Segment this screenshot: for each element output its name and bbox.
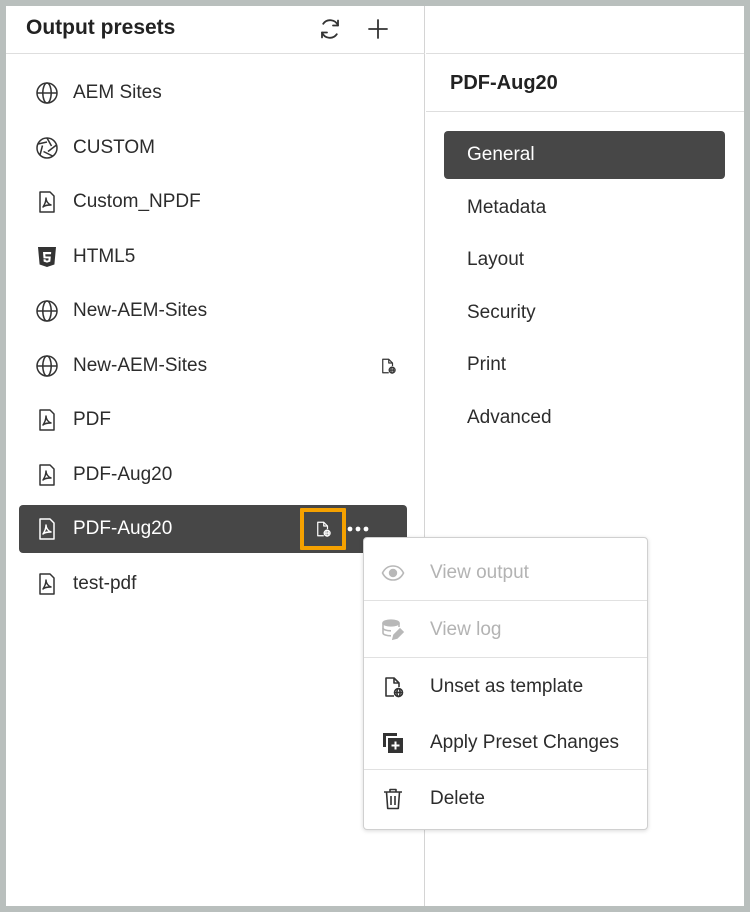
presets-header: Output presets: [6, 6, 425, 54]
menu-item-label: Delete: [430, 788, 485, 809]
template-badge-icon: [378, 356, 398, 376]
preset-title: PDF-Aug20: [450, 72, 558, 94]
menu-item-view-log[interactable]: View log: [364, 601, 647, 657]
plus-icon: [368, 19, 388, 39]
settings-nav: General Metadata Layout Security Print A…: [444, 131, 725, 446]
nav-item-print[interactable]: Print: [444, 341, 725, 389]
preset-item-test-pdf[interactable]: test-pdf: [19, 560, 407, 608]
menu-item-unset-template[interactable]: Unset as template: [364, 658, 647, 714]
menu-item-label: Apply Preset Changes: [430, 732, 620, 753]
refresh-icon: [321, 19, 339, 39]
template-file-icon: [380, 674, 406, 700]
preset-label: HTML5: [73, 245, 136, 267]
globe-icon: [35, 354, 59, 378]
menu-item-label: Unset as template: [430, 676, 584, 697]
preset-item-pdf-aug20-selected[interactable]: PDF-Aug20: [19, 505, 407, 553]
preset-label: AEM Sites: [73, 82, 162, 103]
pdf-file-icon: [35, 463, 59, 487]
preset-item-new-aem-sites-template[interactable]: New-AEM-Sites: [19, 342, 407, 390]
eye-icon: [380, 560, 406, 586]
more-icon: [347, 526, 369, 532]
menu-item-apply-preset-changes[interactable]: Apply Preset Changes: [364, 714, 647, 770]
preset-item-new-aem-sites[interactable]: New-AEM-Sites: [19, 287, 407, 335]
preset-label: PDF-Aug20: [73, 518, 173, 539]
pdf-file-icon: [35, 517, 59, 541]
app-frame: Output presets AEM Sites CUSTOM Custom_N…: [6, 6, 744, 906]
preset-item-custom[interactable]: CUSTOM: [19, 124, 407, 172]
menu-item-delete[interactable]: Delete: [364, 770, 647, 826]
preset-label: PDF-Aug20: [73, 463, 173, 485]
refresh-button[interactable]: [313, 12, 347, 46]
preset-label: New-AEM-Sites: [73, 300, 208, 321]
nav-item-general[interactable]: General: [444, 131, 725, 179]
pdf-file-icon: [35, 572, 59, 596]
aperture-icon: [35, 136, 59, 160]
nav-item-metadata[interactable]: Metadata: [444, 184, 725, 232]
nav-item-security[interactable]: Security: [444, 289, 725, 337]
preset-label: PDF: [73, 409, 111, 430]
menu-item-label: View log: [430, 619, 502, 640]
apply-copy-icon: [380, 730, 406, 756]
html5-icon: [35, 245, 59, 269]
menu-item-view-output[interactable]: View output: [364, 544, 647, 600]
preset-label: test-pdf: [73, 572, 137, 594]
trash-icon: [380, 786, 406, 812]
preset-item-html5[interactable]: HTML5: [19, 233, 407, 281]
preset-item-custom-npdf[interactable]: Custom_NPDF: [19, 178, 407, 226]
panel-title: Output presets: [26, 16, 176, 39]
globe-icon: [35, 81, 59, 105]
globe-icon: [35, 299, 59, 323]
preset-title-bar: PDF-Aug20: [426, 54, 744, 112]
preset-label: CUSTOM: [73, 136, 155, 158]
menu-item-label: View output: [430, 562, 529, 583]
template-badge-icon[interactable]: [300, 508, 346, 550]
preset-context-menu: View output View log Unset as template A…: [363, 537, 648, 830]
preset-label: New-AEM-Sites: [73, 354, 208, 376]
pdf-file-icon: [35, 408, 59, 432]
log-stack-icon: [380, 617, 406, 643]
right-top-bar: [426, 6, 744, 54]
nav-item-advanced[interactable]: Advanced: [444, 394, 725, 442]
preset-list: AEM Sites CUSTOM Custom_NPDF HTML5 New-A…: [19, 69, 407, 614]
preset-item-pdf-aug20[interactable]: PDF-Aug20: [19, 451, 407, 499]
preset-item-aem-sites[interactable]: AEM Sites: [19, 69, 407, 117]
nav-item-layout[interactable]: Layout: [444, 236, 725, 284]
pdf-file-icon: [35, 190, 59, 214]
add-preset-button[interactable]: [361, 12, 395, 46]
preset-item-pdf[interactable]: PDF: [19, 396, 407, 444]
preset-label: Custom_NPDF: [73, 191, 201, 212]
